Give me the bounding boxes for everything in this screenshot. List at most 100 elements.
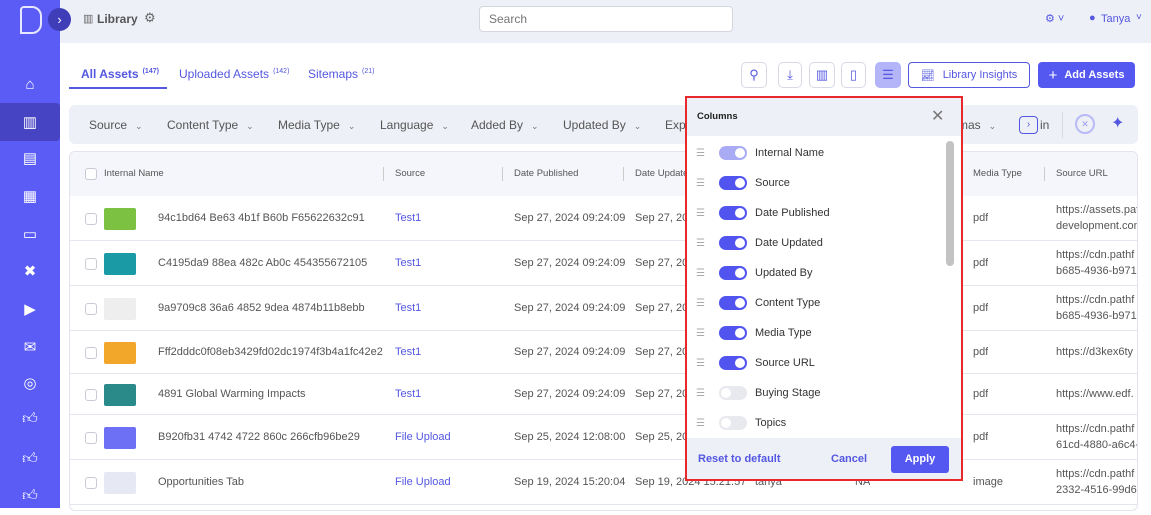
scroll-filters-right-button[interactable]: › xyxy=(1019,116,1038,134)
column-toggle-item[interactable]: ☰ Internal Name xyxy=(687,139,947,169)
table-row[interactable]: B920fb31 4742 4722 860c 266cfb96be29 File… xyxy=(70,415,1137,460)
column-divider[interactable] xyxy=(1044,167,1045,181)
reset-to-default-button[interactable]: Reset to default xyxy=(698,453,781,465)
source-link[interactable]: File Upload xyxy=(395,431,451,443)
filter-dropdown[interactable]: Language ⌄ xyxy=(380,118,449,132)
column-header[interactable]: Date Published xyxy=(514,168,578,179)
drag-handle-icon[interactable]: ☰ xyxy=(696,268,705,279)
column-toggle-item[interactable]: ☰ Buying Stage xyxy=(687,379,947,409)
column-header[interactable]: Date Update xyxy=(635,168,688,179)
filter-dropdown[interactable]: Media Type ⌄ xyxy=(278,118,355,132)
columns-button[interactable]: ▥ xyxy=(809,62,835,88)
drag-handle-icon[interactable]: ☰ xyxy=(696,328,705,339)
asset-name[interactable]: C4195da9 88ea 482c Ab0c 454355672105 xyxy=(158,257,388,269)
settings-gear-icon[interactable]: ⚙ xyxy=(144,10,156,26)
table-row[interactable]: C4195da9 88ea 482c Ab0c 454355672105 Test… xyxy=(70,241,1137,286)
filter-dropdown[interactable]: mas ⌄ xyxy=(958,118,996,132)
row-checkbox[interactable] xyxy=(85,212,97,225)
settings-menu[interactable]: ⚙ ˅ xyxy=(1045,12,1064,25)
apply-button[interactable]: Apply xyxy=(891,446,949,473)
column-toggle-item[interactable]: ☰ Source URL xyxy=(687,349,947,379)
library-insights-button[interactable]: 📈︎ Library Insights xyxy=(908,62,1030,88)
sidebar-item[interactable]: ▶ xyxy=(0,290,60,328)
column-toggle-item[interactable]: ☰ Media Type xyxy=(687,319,947,349)
expand-sidebar-button[interactable]: › xyxy=(48,8,71,31)
column-toggle-item[interactable]: ☰ Date Published xyxy=(687,199,947,229)
column-toggle-item[interactable]: ☰ Content Type xyxy=(687,289,947,319)
cancel-button[interactable]: Cancel xyxy=(831,453,867,465)
sidebar-item[interactable]: ✉ xyxy=(0,328,60,366)
filter-dropdown[interactable]: Content Type ⌄ xyxy=(167,118,254,132)
tab-sitemaps[interactable]: Sitemaps (21) xyxy=(308,67,374,81)
select-all-checkbox[interactable] xyxy=(85,168,97,180)
sidebar-item[interactable]: 👍︎ xyxy=(0,477,60,515)
table-row[interactable]: 9a9709c8 36a6 4852 9dea 4874b11b8ebb Test… xyxy=(70,286,1137,331)
table-row[interactable]: 4891 Global Warming Impacts Test1 Sep 27, … xyxy=(70,374,1137,415)
asset-name[interactable]: 9a9709c8 36a6 4852 9dea 4874b11b8ebb xyxy=(158,302,388,314)
sidebar-item[interactable]: ✖ xyxy=(0,252,60,290)
filter-dropdown[interactable]: Added By ⌄ xyxy=(471,118,539,132)
tag-button[interactable]: ▯ xyxy=(841,62,866,88)
sidebar-item[interactable]: ▤ xyxy=(0,139,60,177)
row-checkbox[interactable] xyxy=(85,346,97,359)
source-link[interactable]: Test1 xyxy=(395,212,421,224)
sidebar-item[interactable]: ▦ xyxy=(0,177,60,215)
drag-handle-icon[interactable]: ☰ xyxy=(696,358,705,369)
row-checkbox[interactable] xyxy=(85,431,97,444)
search-button[interactable]: ⚲ xyxy=(741,62,767,88)
column-toggle-item[interactable]: ☰ Date Updated xyxy=(687,229,947,259)
drag-handle-icon[interactable]: ☰ xyxy=(696,418,705,429)
sidebar-item[interactable]: ◎ xyxy=(0,364,60,402)
close-icon[interactable]: ✕ xyxy=(931,106,944,126)
column-divider[interactable] xyxy=(623,167,624,181)
tab-all-assets[interactable]: All Assets (147) xyxy=(81,67,159,81)
column-visibility-toggle[interactable] xyxy=(719,236,747,250)
column-toggle-item[interactable]: ☰ Updated By xyxy=(687,259,947,289)
drag-handle-icon[interactable]: ☰ xyxy=(696,238,705,249)
drag-handle-icon[interactable]: ☰ xyxy=(696,298,705,309)
search-input[interactable] xyxy=(479,6,733,32)
column-divider[interactable] xyxy=(383,167,384,181)
source-link[interactable]: Test1 xyxy=(395,346,421,358)
row-checkbox[interactable] xyxy=(85,388,97,401)
clear-filters-button[interactable]: ✕ xyxy=(1075,114,1095,134)
drag-handle-icon[interactable]: ☰ xyxy=(696,208,705,219)
drag-handle-icon[interactable]: ☰ xyxy=(696,178,705,189)
column-visibility-toggle[interactable] xyxy=(719,356,747,370)
filter-button[interactable]: ☰ xyxy=(875,62,901,88)
sidebar-item[interactable]: ▥ xyxy=(0,103,60,141)
sidebar-item[interactable]: ▭ xyxy=(0,215,60,253)
column-visibility-toggle[interactable] xyxy=(719,266,747,280)
asset-name[interactable]: 4891 Global Warming Impacts xyxy=(158,388,388,400)
table-row[interactable]: Fff2dddc0f08eb3429fd02dc1974f3b4a1fc42e2… xyxy=(70,331,1137,374)
column-visibility-toggle[interactable] xyxy=(719,206,747,220)
source-link[interactable]: Test1 xyxy=(395,257,421,269)
column-visibility-toggle[interactable] xyxy=(719,416,747,430)
sidebar-item[interactable]: ⌂ xyxy=(0,65,60,103)
column-toggle-item[interactable]: ☰ Topics xyxy=(687,409,947,439)
column-visibility-toggle[interactable] xyxy=(719,176,747,190)
user-menu[interactable]: Tanya xyxy=(1101,13,1130,25)
table-row[interactable]: 94c1bd64 Be63 4b1f B60b F65622632c91 Test… xyxy=(70,196,1137,241)
table-row[interactable]: Opportunities Tab File Upload Sep 19, 2024… xyxy=(70,460,1137,505)
sidebar-item[interactable]: 👍︎ xyxy=(0,400,60,438)
column-toggle-item[interactable]: ☰ Source xyxy=(687,169,947,199)
drag-handle-icon[interactable]: ☰ xyxy=(696,148,705,159)
row-checkbox[interactable] xyxy=(85,257,97,270)
popup-scrollbar[interactable] xyxy=(946,141,954,266)
column-divider[interactable] xyxy=(502,167,503,181)
source-link[interactable]: File Upload xyxy=(395,476,451,488)
ai-sparkle-icon[interactable]: ✦ xyxy=(1111,113,1124,133)
column-header[interactable]: Internal Name xyxy=(104,168,164,179)
sidebar-item[interactable]: 👍︎ xyxy=(0,440,60,478)
asset-name[interactable]: B920fb31 4742 4722 860c 266cfb96be29 xyxy=(158,431,388,443)
column-visibility-toggle[interactable] xyxy=(719,296,747,310)
add-assets-button[interactable]: + Add Assets xyxy=(1038,62,1135,88)
source-link[interactable]: Test1 xyxy=(395,302,421,314)
column-header[interactable]: Media Type xyxy=(973,168,1022,179)
asset-name[interactable]: Fff2dddc0f08eb3429fd02dc1974f3b4a1fc42e2 xyxy=(158,346,388,358)
column-visibility-toggle[interactable] xyxy=(719,326,747,340)
asset-name[interactable]: 94c1bd64 Be63 4b1f B60b F65622632c91 xyxy=(158,212,388,224)
filter-dropdown[interactable]: Updated By ⌄ xyxy=(563,118,641,132)
column-header[interactable]: Source URL xyxy=(1056,168,1108,179)
